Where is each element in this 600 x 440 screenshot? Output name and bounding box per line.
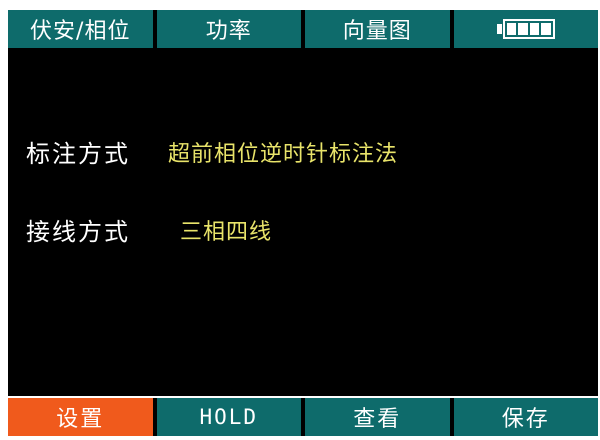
settings-panel: 标注方式 超前相位逆时针标注法 接线方式 三相四线: [8, 48, 598, 396]
annotation-mode-value[interactable]: 超前相位逆时针标注法: [168, 136, 398, 168]
battery-icon: [496, 19, 555, 39]
battery-body: [502, 19, 555, 39]
battery-indicator: [453, 10, 598, 48]
annotation-mode-row[interactable]: 标注方式 超前相位逆时针标注法: [26, 134, 398, 169]
hold-button[interactable]: HOLD: [156, 398, 301, 436]
battery-cell: [506, 23, 517, 35]
annotation-mode-label: 标注方式: [26, 140, 130, 168]
battery-cell: [529, 23, 540, 35]
tab-vector-diagram[interactable]: 向量图: [305, 10, 450, 48]
settings-button[interactable]: 设置: [8, 398, 153, 436]
battery-cell: [541, 23, 551, 35]
battery-terminal: [496, 24, 502, 34]
bottom-button-bar: 设置 HOLD 查看 保存: [8, 398, 598, 436]
save-button[interactable]: 保存: [453, 398, 598, 436]
wiring-mode-label: 接线方式: [26, 218, 130, 246]
top-tab-bar: 伏安/相位 功率 向量图: [8, 10, 598, 48]
view-button[interactable]: 查看: [305, 398, 450, 436]
device-screen: 伏安/相位 功率 向量图 标注方式 超前相位逆时针标注法 接线方式 三相四线 设…: [0, 0, 600, 440]
wiring-mode-value[interactable]: 三相四线: [180, 214, 272, 246]
battery-cell: [518, 23, 528, 35]
tab-voltage-current-phase[interactable]: 伏安/相位: [8, 10, 153, 48]
tab-power[interactable]: 功率: [156, 10, 301, 48]
wiring-mode-row[interactable]: 接线方式 三相四线: [26, 212, 272, 247]
